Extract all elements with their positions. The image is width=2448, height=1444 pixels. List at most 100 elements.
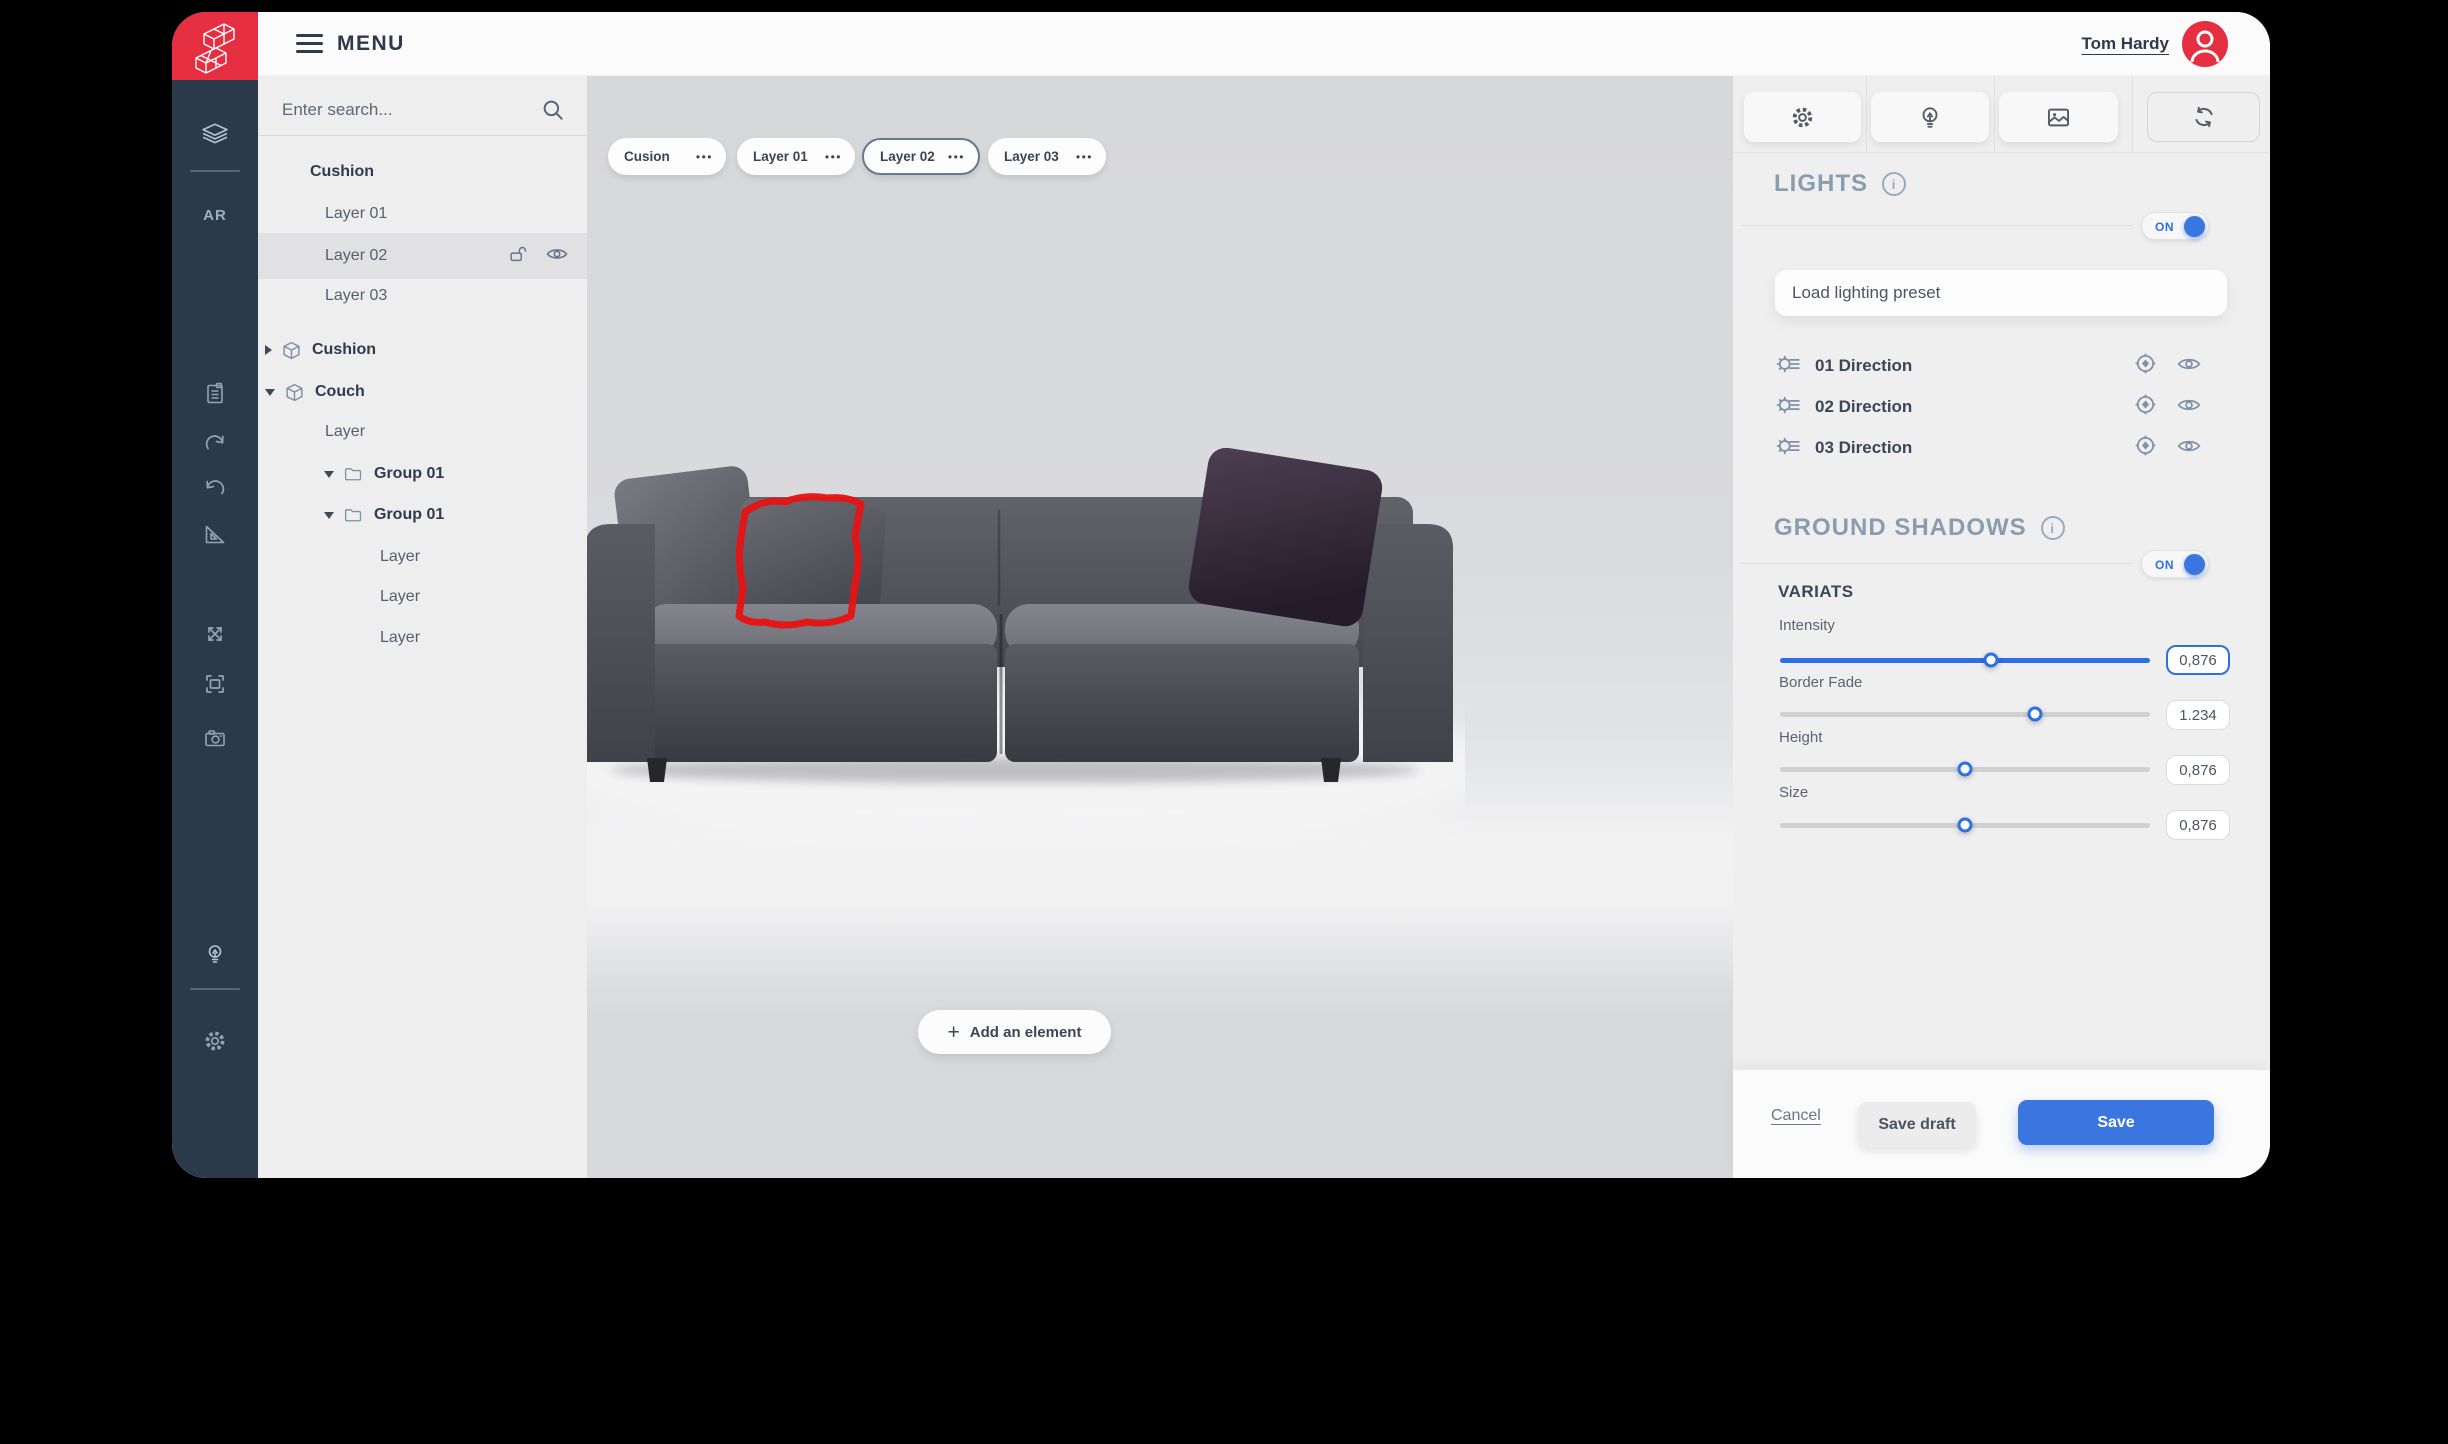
app-window: MENU Tom Hardy: [172, 12, 2270, 1178]
canvas-tab-layer-01[interactable]: Layer 01 •••: [737, 138, 855, 175]
visibility-eye-icon[interactable]: [2176, 351, 2202, 382]
save-button[interactable]: Save: [2018, 1100, 2214, 1145]
notes-icon[interactable]: [202, 380, 228, 406]
visibility-eye-icon[interactable]: [2176, 433, 2202, 464]
target-icon[interactable]: [2132, 391, 2159, 423]
couch-image: [587, 448, 1465, 848]
folder-icon: [343, 464, 364, 485]
user-account[interactable]: Tom Hardy: [2081, 21, 2228, 67]
tab-divider: [1994, 76, 1995, 152]
tool-sidebar: AR: [172, 76, 258, 1178]
slider-track[interactable]: [1780, 658, 2150, 663]
slider-knob[interactable]: [2028, 707, 2043, 722]
cube-icon: [281, 340, 302, 361]
fit-frame-icon[interactable]: [202, 671, 228, 697]
tree-group-01[interactable]: Group 01: [258, 495, 587, 535]
app-logo[interactable]: [172, 12, 258, 80]
size-slider[interactable]: [1780, 814, 2150, 836]
slider-knob[interactable]: [1958, 818, 1973, 833]
tree-item-layer[interactable]: Layer: [258, 577, 587, 617]
settings-gear-icon[interactable]: [202, 1028, 228, 1054]
intensity-slider[interactable]: [1780, 649, 2150, 671]
menu-label: MENU: [337, 32, 405, 56]
size-value[interactable]: 0,876: [2166, 810, 2230, 840]
light-direction-row-02[interactable]: 02 Direction: [1733, 389, 2270, 425]
cube-icon: [284, 382, 305, 403]
tree-item-layer[interactable]: Layer: [258, 537, 587, 577]
top-bar: MENU Tom Hardy: [258, 12, 2270, 76]
search-bar: [258, 85, 587, 136]
redo-icon[interactable]: [202, 430, 228, 456]
target-icon[interactable]: [2132, 350, 2159, 382]
avatar[interactable]: [2182, 21, 2228, 67]
height-slider[interactable]: [1780, 758, 2150, 780]
folder-icon: [343, 505, 364, 526]
height-value[interactable]: 0,876: [2166, 755, 2230, 785]
tree-item-cushion-header[interactable]: Cushion: [258, 152, 587, 192]
add-element-button[interactable]: + Add an element: [918, 1010, 1111, 1054]
tree-group-couch[interactable]: Couch: [258, 372, 587, 412]
search-icon[interactable]: [540, 97, 566, 128]
save-draft-button[interactable]: Save draft: [1858, 1102, 1976, 1147]
canvas-tab-layer-03[interactable]: Layer 03 •••: [988, 138, 1106, 175]
lightbulb-icon[interactable]: [202, 941, 228, 967]
tab-refresh-active[interactable]: [2147, 92, 2260, 142]
visibility-eye-icon[interactable]: [545, 242, 569, 271]
tab-lights[interactable]: [1871, 92, 1989, 142]
lightbulb-icon: [1917, 104, 1943, 130]
canvas-tab-cusion[interactable]: Cusion •••: [608, 138, 726, 175]
border-fade-slider[interactable]: [1780, 703, 2150, 725]
border-fade-value[interactable]: 1.234: [2166, 700, 2230, 730]
tree-group-cushion[interactable]: Cushion: [258, 330, 587, 370]
canvas-tab-layer-02-active[interactable]: Layer 02 •••: [862, 138, 980, 175]
caret-down-icon[interactable]: [324, 512, 334, 519]
visibility-eye-icon[interactable]: [2176, 392, 2202, 423]
toggle-knob: [2184, 216, 2205, 237]
camera-icon[interactable]: [202, 725, 228, 751]
intensity-label: Intensity: [1779, 617, 1835, 634]
search-input[interactable]: [280, 93, 530, 127]
tree-item-layer-02-selected[interactable]: Layer 02: [258, 233, 587, 279]
caret-down-icon[interactable]: [265, 389, 275, 396]
light-direction-row-03[interactable]: 03 Direction: [1733, 430, 2270, 466]
tab-background[interactable]: [1999, 92, 2118, 142]
gear-icon: [1789, 104, 1816, 131]
tree-item-layer[interactable]: Layer: [258, 412, 587, 452]
unlock-icon[interactable]: [507, 243, 529, 270]
tree-item-layer-01[interactable]: Layer 01: [258, 194, 587, 234]
tab-divider: [2132, 76, 2133, 152]
ground-shadows-toggle-on[interactable]: ON: [2141, 550, 2209, 578]
user-name-link[interactable]: Tom Hardy: [2081, 34, 2169, 54]
refresh-icon: [2190, 103, 2218, 131]
more-options-icon[interactable]: •••: [696, 150, 713, 164]
tab-settings[interactable]: [1744, 92, 1861, 142]
more-options-icon[interactable]: •••: [825, 150, 842, 164]
border-fade-label: Border Fade: [1779, 674, 1862, 691]
intensity-value[interactable]: 0,876: [2166, 645, 2230, 675]
lights-toggle-on[interactable]: ON: [2141, 212, 2209, 240]
layers-icon[interactable]: [202, 121, 228, 147]
menu-button[interactable]: MENU: [296, 32, 405, 56]
target-icon[interactable]: [2132, 432, 2159, 464]
tree-item-layer[interactable]: Layer: [258, 618, 587, 658]
info-icon[interactable]: i: [2041, 516, 2065, 540]
cancel-link[interactable]: Cancel: [1771, 1107, 1821, 1125]
light-direction-row-01[interactable]: 01 Direction: [1733, 348, 2270, 384]
slider-knob[interactable]: [1958, 762, 1973, 777]
caret-down-icon[interactable]: [324, 471, 334, 478]
more-options-icon[interactable]: •••: [948, 150, 965, 164]
slider-knob[interactable]: [1983, 653, 1998, 668]
info-icon[interactable]: i: [1882, 172, 1906, 196]
ar-mode-button[interactable]: AR: [172, 207, 258, 224]
tree-item-layer-03[interactable]: Layer 03: [258, 276, 587, 316]
caret-right-icon[interactable]: [265, 345, 272, 355]
expand-arrows-icon[interactable]: [202, 621, 228, 647]
slider-track[interactable]: [1780, 712, 2150, 717]
tree-group-01[interactable]: Group 01: [258, 454, 587, 494]
undo-icon[interactable]: [202, 475, 228, 501]
editor-canvas[interactable]: Cusion ••• Layer 01 ••• Layer 02 ••• Lay…: [587, 76, 1733, 1178]
height-label: Height: [1779, 729, 1822, 746]
load-lighting-preset-button[interactable]: Load lighting preset: [1775, 270, 2227, 316]
more-options-icon[interactable]: •••: [1076, 150, 1093, 164]
ruler-icon[interactable]: [202, 521, 228, 547]
